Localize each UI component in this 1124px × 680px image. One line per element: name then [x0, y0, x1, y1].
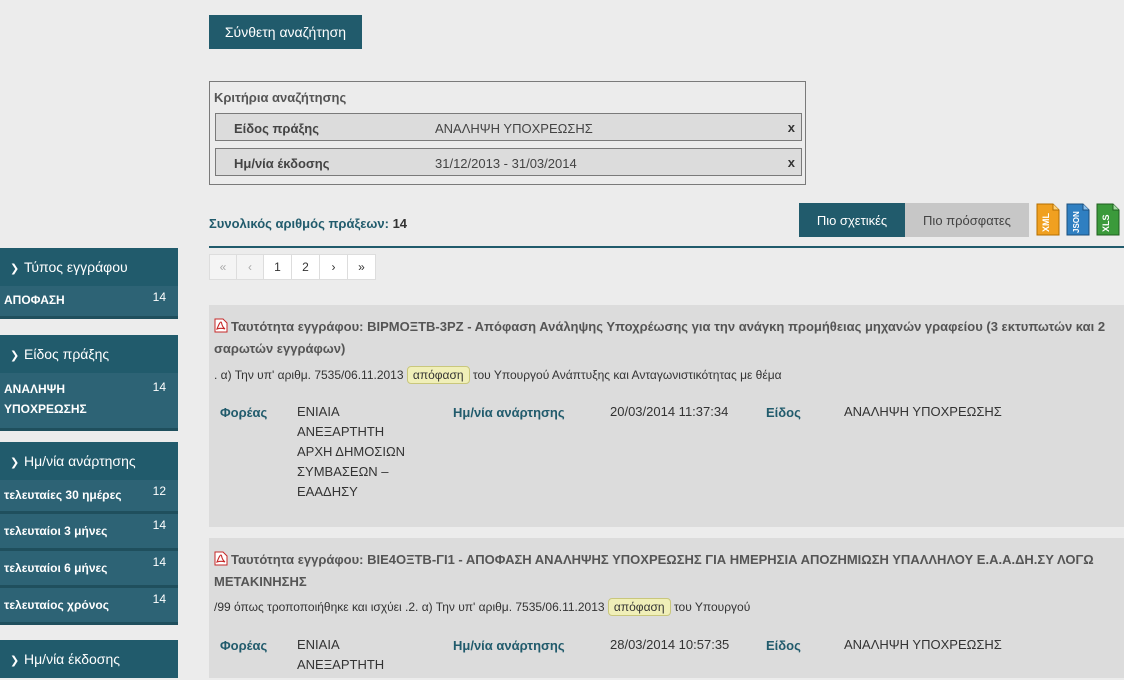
results-total: Συνολικός αριθμός πράξεων: 14: [209, 216, 407, 231]
criteria-label: Είδος πράξης: [234, 121, 319, 136]
foreas-line: ΣΥΜΒΑΣΕΩΝ –: [297, 464, 389, 479]
facet-item-count: 14: [152, 380, 166, 394]
snippet-highlight: απόφαση: [406, 366, 470, 384]
foreas-line: ΕΝΙΑΙΑ: [297, 404, 340, 419]
foreas-line: ΕΑΑΔΗΣΥ: [297, 484, 358, 499]
facet-item-count: 14: [152, 290, 166, 304]
pdf-icon: [214, 551, 228, 572]
chevron-down-icon: ❯: [10, 350, 20, 362]
advanced-search-button[interactable]: Σύνθετη αναζήτηση: [209, 15, 362, 49]
post-date-value: 20/03/2014 11:37:34: [610, 404, 729, 419]
type-value: ΑΝΑΛΗΨΗ ΥΠΟΧΡΕΩΣΗΣ: [844, 404, 1002, 419]
sort-relevant-button[interactable]: Πιο σχετικές: [799, 203, 905, 237]
pdf-icon: [214, 318, 228, 339]
xml-export-icon[interactable]: XML: [1035, 203, 1061, 236]
chevron-down-icon: ❯: [10, 457, 20, 469]
sort-recent-button[interactable]: Πιο πρόσφατες: [905, 203, 1029, 237]
pagination-last[interactable]: »: [347, 254, 376, 280]
foreas-value: ΕΝΙΑΙΑ ΑΝΕΞΑΡΤΗΤΗ ΑΡΧΗ ΔΗΜΟΣΙΩΝ ΣΥΜΒΑΣΕΩ…: [297, 402, 427, 502]
criteria-value: 31/12/2013 - 31/03/2014: [435, 156, 577, 171]
facet-item-30-days[interactable]: τελευταίες 30 ημέρες 12: [0, 480, 178, 514]
facet-item-apofasi[interactable]: ΑΠΟΦΑΣΗ 14: [0, 286, 178, 319]
pagination-next[interactable]: ›: [319, 254, 348, 280]
criteria-label: Ημ/νία έκδοσης: [234, 156, 330, 171]
result-snippet: . α) Την υπ' αριθμ. 7535/06.11.2013 απόφ…: [214, 366, 782, 384]
pagination-page-2[interactable]: 2: [291, 254, 320, 280]
result-title-link[interactable]: Ταυτότητα εγγράφου: ΒΙΡΜΟΞΤΒ-3ΡΖ - Απόφα…: [214, 317, 1120, 359]
foreas-label: Φορέας: [220, 638, 268, 653]
facet-item-analipsi[interactable]: ΑΝΑΛΗΨΗ ΥΠΟΧΡΕΩΣΗΣ 14: [0, 373, 178, 431]
pagination: « ‹ 1 2 › »: [209, 254, 376, 280]
facet-item-label: ΑΠΟΦΑΣΗ: [4, 293, 65, 307]
type-value: ΑΝΑΛΗΨΗ ΥΠΟΧΡΕΩΣΗΣ: [844, 637, 1002, 652]
chevron-down-icon: ❯: [10, 655, 20, 667]
result-title-link[interactable]: Ταυτότητα εγγράφου: ΒΙΕ4ΟΞΤΒ-ΓΙ1 - ΑΠΟΦΑ…: [214, 550, 1120, 592]
remove-criteria-button[interactable]: x: [788, 120, 795, 135]
facet-item-count: 12: [152, 484, 166, 498]
facet-header-post-date[interactable]: ❯ Ημ/νία ανάρτησης: [0, 442, 178, 480]
facet-item-label: τελευταίοι 6 μήνες: [4, 561, 108, 575]
criteria-title: Κριτήρια αναζήτησης: [214, 90, 347, 105]
result-item: Ταυτότητα εγγράφου: ΒΙΡΜΟΞΤΒ-3ΡΖ - Απόφα…: [209, 305, 1124, 527]
foreas-label: Φορέας: [220, 405, 268, 420]
criteria-value: ΑΝΑΛΗΨΗ ΥΠΟΧΡΕΩΣΗΣ: [435, 121, 593, 136]
result-title-text: Ταυτότητα εγγράφου: ΒΙΡΜΟΞΤΒ-3ΡΖ - Απόφα…: [214, 319, 1106, 356]
result-item: Ταυτότητα εγγράφου: ΒΙΕ4ΟΞΤΒ-ΓΙ1 - ΑΠΟΦΑ…: [209, 538, 1124, 678]
facet-act-type: ❯ Είδος πράξης ΑΝΑΛΗΨΗ ΥΠΟΧΡΕΩΣΗΣ 14: [0, 335, 178, 431]
xls-export-icon[interactable]: XLS: [1095, 203, 1121, 236]
criteria-row-issue-date: Ημ/νία έκδοσης 31/12/2013 - 31/03/2014 x: [215, 148, 802, 176]
xls-export-label: XLS: [1101, 214, 1111, 232]
pagination-page-1[interactable]: 1: [263, 254, 292, 280]
facet-item-year[interactable]: τελευταίος χρόνος 14: [0, 588, 178, 625]
facet-item-label: τελευταίος χρόνος: [4, 598, 109, 612]
chevron-down-icon: ❯: [10, 263, 20, 275]
search-criteria-panel: Κριτήρια αναζήτησης Είδος πράξης ΑΝΑΛΗΨΗ…: [209, 81, 806, 185]
foreas-line: ΑΡΧΗ ΔΗΜΟΣΙΩΝ: [297, 444, 406, 459]
facet-document-type: ❯ Τύπος εγγράφου ΑΠΟΦΑΣΗ 14: [0, 248, 178, 319]
remove-criteria-button[interactable]: x: [788, 155, 795, 170]
post-date-value: 28/03/2014 10:57:35: [610, 637, 730, 652]
foreas-line: ΕΝΙΑΙΑ: [297, 637, 340, 652]
facet-item-3-months[interactable]: τελευταίοι 3 μήνες 14: [0, 514, 178, 551]
facet-item-label: τελευταίοι 3 μήνες: [4, 524, 108, 538]
xml-export-label: XML: [1041, 213, 1051, 233]
result-snippet: /99 όπως τροποποιήθηκε και ισχύει .2. α)…: [214, 598, 750, 616]
facet-item-6-months[interactable]: τελευταίοι 6 μήνες 14: [0, 551, 178, 588]
type-label: Είδος: [766, 405, 801, 420]
type-label: Είδος: [766, 638, 801, 653]
snippet-highlight: απόφαση: [607, 598, 671, 616]
snippet-text-after: του Υπουργού: [673, 600, 751, 614]
pagination-first[interactable]: «: [209, 254, 237, 280]
facet-title: Ημ/νία έκδοσης: [24, 651, 120, 667]
foreas-value: ΕΝΙΑΙΑ ΑΝΕΞΑΡΤΗΤΗ: [297, 635, 427, 675]
foreas-line: ΑΝΕΞΑΡΤΗΤΗ: [297, 424, 385, 439]
facet-header-issue-date[interactable]: ❯ Ημ/νία έκδοσης: [0, 640, 178, 678]
facet-title: Είδος πράξης: [24, 346, 110, 362]
results-total-count: 14: [392, 216, 408, 231]
pagination-prev[interactable]: ‹: [236, 254, 264, 280]
facet-post-date: ❯ Ημ/νία ανάρτησης τελευταίες 30 ημέρες 1…: [0, 442, 178, 625]
facet-header-act-type[interactable]: ❯ Είδος πράξης: [0, 335, 178, 373]
facet-issue-date: ❯ Ημ/νία έκδοσης: [0, 640, 178, 678]
snippet-text-before: /99 όπως τροποποιήθηκε και ισχύει .2. α)…: [214, 600, 605, 614]
result-title-text: Ταυτότητα εγγράφου: ΒΙΕ4ΟΞΤΒ-ΓΙ1 - ΑΠΟΦΑ…: [214, 552, 1094, 589]
foreas-line: ΑΝΕΞΑΡΤΗΤΗ: [297, 657, 385, 672]
facet-header-document-type[interactable]: ❯ Τύπος εγγράφου: [0, 248, 178, 286]
facet-item-count: 14: [152, 592, 166, 606]
snippet-text-after: του Υπουργού Ανάπτυξης και Ανταγωνιστικό…: [472, 368, 782, 382]
facet-item-label: ΑΝΑΛΗΨΗ ΥΠΟΧΡΕΩΣΗΣ: [4, 382, 87, 416]
json-export-icon[interactable]: JSON: [1065, 203, 1091, 236]
json-export-label: JSON: [1072, 211, 1081, 233]
results-total-label: Συνολικός αριθμός πράξεων:: [209, 216, 389, 231]
facet-item-count: 14: [152, 518, 166, 532]
post-date-label: Ημ/νία ανάρτησης: [453, 638, 565, 653]
snippet-text-before: . α) Την υπ' αριθμ. 7535/06.11.2013: [214, 368, 404, 382]
facet-item-label: τελευταίες 30 ημέρες: [4, 488, 122, 502]
facet-title: Ημ/νία ανάρτησης: [24, 453, 136, 469]
facet-title: Τύπος εγγράφου: [24, 259, 128, 275]
criteria-row-act-type: Είδος πράξης ΑΝΑΛΗΨΗ ΥΠΟΧΡΕΩΣΗΣ x: [215, 113, 802, 141]
results-divider: [209, 246, 1124, 248]
facet-item-count: 14: [152, 555, 166, 569]
post-date-label: Ημ/νία ανάρτησης: [453, 405, 565, 420]
